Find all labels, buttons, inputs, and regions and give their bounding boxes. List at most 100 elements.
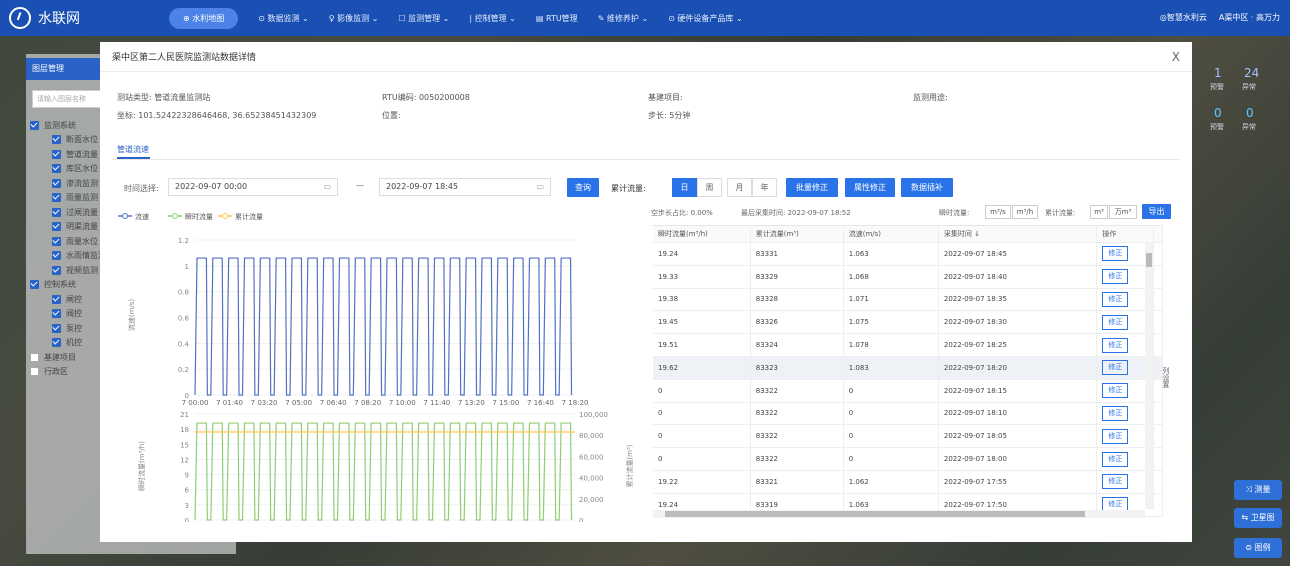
user-region[interactable]: A渠中区 · 高万力 <box>1219 12 1280 23</box>
legend-button[interactable]: ⊜ 图例 <box>1234 538 1282 558</box>
checkbox-icon[interactable] <box>52 178 61 188</box>
table-row[interactable]: 19.45 83326 1.075 2022-09-07 18:30 修正 <box>653 310 1163 335</box>
fix-button[interactable]: 修正 <box>1102 405 1129 421</box>
table-row[interactable]: 0 83322 0 2022-09-07 18:05 修正 <box>653 424 1163 449</box>
checkbox-icon[interactable] <box>52 222 61 232</box>
table-row[interactable]: 19.51 83324 1.078 2022-09-07 18:25 修正 <box>653 333 1163 357</box>
data-table: 瞬时流量(m³/h) 累计流量(m³) 流速(m/s) 采集时间 ↓ 操作 19.24 83… <box>653 225 1163 517</box>
x-tick-label: 7 10:00 <box>389 399 416 407</box>
checkbox-icon[interactable] <box>30 352 39 362</box>
x-tick-label: 7 16:40 <box>527 399 554 407</box>
table-row[interactable]: 0 83322 0 2022-09-07 18:10 修正 <box>653 402 1163 426</box>
table-cell: 2022-09-07 18:05 <box>938 424 1098 449</box>
table-row[interactable]: 0 83322 0 2022-09-07 18:00 修正 <box>653 447 1163 471</box>
fix-button[interactable]: 修正 <box>1102 246 1129 262</box>
date-dash: — <box>356 181 364 190</box>
nav-item-2[interactable]: ♀ 影像监测 ⌄ <box>329 13 379 24</box>
satellite-button[interactable]: ⇆ 卫星图 <box>1234 508 1282 528</box>
x-tick-label: 7 01:40 <box>216 399 243 407</box>
checkbox-icon[interactable] <box>52 135 61 145</box>
fix-button[interactable]: 修正 <box>1102 314 1129 330</box>
y-tick-label: 3 <box>185 502 189 510</box>
unit-m3[interactable]: m³ <box>1090 205 1108 219</box>
column-header[interactable]: 累计流量(m³) <box>750 225 844 243</box>
checkbox-icon[interactable] <box>30 280 39 290</box>
batch-fix-button[interactable]: 批量修正 <box>786 178 838 197</box>
location: 位置: <box>382 111 401 120</box>
calendar-icon: ▭ <box>323 182 331 191</box>
attr-fix-button[interactable]: 属性修正 <box>845 178 895 197</box>
column-header[interactable]: 瞬时流量(m³/h) <box>653 225 751 243</box>
cloud-link[interactable]: ◎智慧水利云 <box>1160 12 1207 23</box>
unit-wm3[interactable]: 万m³ <box>1109 205 1137 219</box>
column-header[interactable]: 流速(m/s) <box>843 225 939 243</box>
table-row[interactable]: 0 83322 0 2022-09-07 18:15 修正 <box>653 379 1163 403</box>
table-cell: 1.068 <box>843 265 939 289</box>
fix-button[interactable]: 修正 <box>1102 428 1129 444</box>
period-day[interactable]: 日 <box>672 178 697 197</box>
checkbox-icon[interactable] <box>52 207 61 217</box>
column-header[interactable]: 采集时间 ↓ <box>938 225 1098 243</box>
y-tick-label: 15 <box>180 441 189 449</box>
scroll-thumb[interactable] <box>1146 253 1152 267</box>
period-month[interactable]: 月 <box>727 178 752 197</box>
checkbox-icon[interactable] <box>52 338 61 348</box>
calendar-icon: ▭ <box>536 182 544 191</box>
nav-item-7[interactable]: ⊙ 硬件设备产品库 ⌄ <box>668 13 743 24</box>
checkbox-icon[interactable] <box>52 309 61 319</box>
y-tick-label: 0.4 <box>178 340 190 348</box>
period-year[interactable]: 年 <box>752 178 777 197</box>
fix-button[interactable]: 修正 <box>1102 451 1129 467</box>
vertical-scrollbar[interactable] <box>1145 243 1153 509</box>
start-date-input[interactable]: 2022-09-07 00:00 ▭ <box>168 178 338 196</box>
nav-item-5[interactable]: ▤ RTU管理 <box>536 13 578 24</box>
checkbox-icon[interactable] <box>52 323 61 333</box>
query-button[interactable]: 查询 <box>567 178 599 197</box>
fix-button[interactable]: 修正 <box>1102 474 1129 490</box>
table-cell: 83322 <box>750 424 844 449</box>
table-row[interactable]: 19.38 83328 1.071 2022-09-07 18:35 修正 <box>653 288 1163 312</box>
fix-button[interactable]: 修正 <box>1102 383 1129 399</box>
layer-label: 渗流监测 <box>66 178 98 188</box>
close-icon[interactable]: X <box>1172 50 1180 64</box>
stat-warning-label: 预警 <box>1210 83 1224 91</box>
nav-item-6[interactable]: ✎ 维修养护 ⌄ <box>598 13 649 24</box>
nav-item-1[interactable]: ⊙ 数据监测 ⌄ <box>258 13 309 24</box>
table-row[interactable]: 19.24 83331 1.063 2022-09-07 18:45 修正 <box>653 242 1163 266</box>
checkbox-icon[interactable] <box>30 120 39 130</box>
h-scroll-thumb[interactable] <box>665 511 1085 517</box>
checkbox-icon[interactable] <box>52 164 61 174</box>
checkbox-icon[interactable] <box>52 251 61 261</box>
horizontal-scrollbar[interactable] <box>653 510 1145 518</box>
table-row[interactable]: 19.33 83329 1.068 2022-09-07 18:40 修正 <box>653 265 1163 289</box>
fix-button[interactable]: 修正 <box>1102 360 1129 376</box>
checkbox-icon[interactable] <box>52 265 61 275</box>
tab-pipe-speed[interactable]: 管道流速 <box>117 144 149 155</box>
checkbox-icon[interactable] <box>52 294 61 304</box>
fix-button[interactable]: 修正 <box>1102 291 1129 307</box>
export-button[interactable]: 导出 <box>1142 204 1171 219</box>
table-cell: 83324 <box>750 333 844 357</box>
unit-m3h[interactable]: m³/h <box>1012 205 1038 219</box>
end-date-input[interactable]: 2022-09-07 18:45 ▭ <box>379 178 551 196</box>
fix-button[interactable]: 修正 <box>1102 337 1129 353</box>
table-row[interactable]: 19.22 83321 1.062 2022-09-07 17:55 修正 <box>653 470 1163 494</box>
period-week[interactable]: 周 <box>697 178 722 197</box>
data-fill-button[interactable]: 数据插补 <box>901 178 953 197</box>
app-logo[interactable]: 水联网 <box>9 7 149 29</box>
y-tick-label: 21 <box>180 411 189 419</box>
unit-m3s[interactable]: m³/s <box>985 205 1011 219</box>
checkbox-icon[interactable] <box>30 367 39 377</box>
checkbox-icon[interactable] <box>52 236 61 246</box>
x-tick-label: 7 08:20 <box>354 399 381 407</box>
checkbox-icon[interactable] <box>52 193 61 203</box>
table-row[interactable]: 19.62 83323 1.083 2022-09-07 18:20 修正 <box>653 356 1163 380</box>
fix-button[interactable]: 修正 <box>1102 269 1129 285</box>
nav-item-0[interactable]: ⊕ 水利地图 <box>169 7 239 29</box>
nav-item-4[interactable]: | 控制管理 ⌄ <box>469 13 515 24</box>
nav-item-3[interactable]: ☐ 监测管理 ⌄ <box>398 13 449 24</box>
legend-marker <box>172 213 178 219</box>
checkbox-icon[interactable] <box>52 149 61 159</box>
measure-button[interactable]: ⤨ 测量 <box>1234 480 1282 500</box>
column-settings[interactable]: 列设置 <box>1153 225 1171 510</box>
